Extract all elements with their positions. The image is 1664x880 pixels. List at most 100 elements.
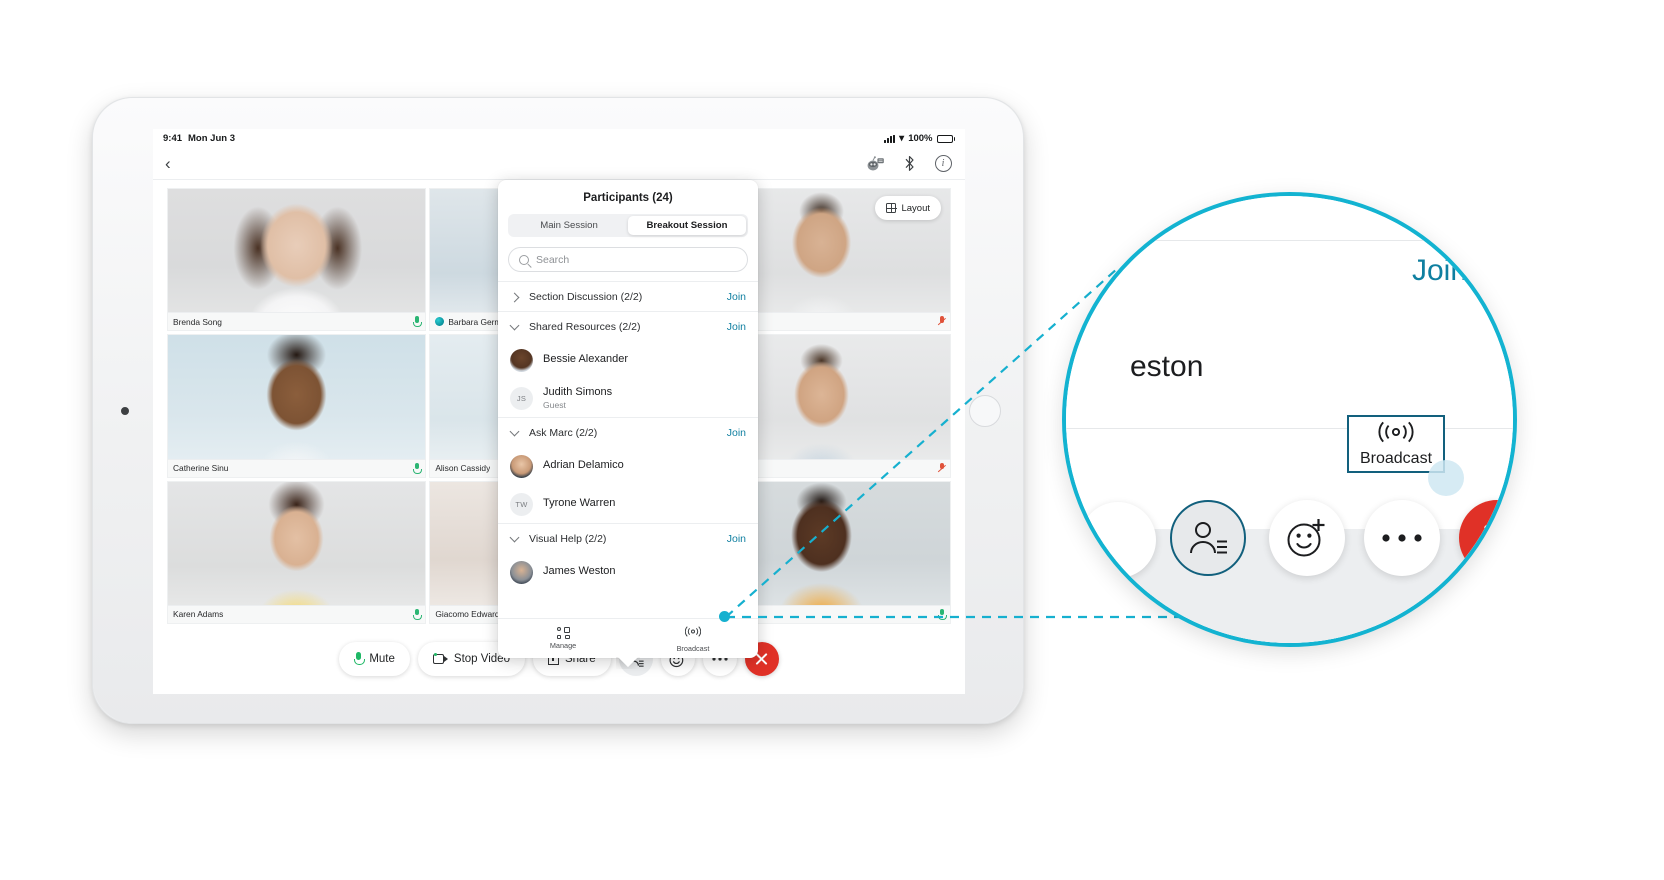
participant-video: [168, 189, 426, 331]
mic-on-icon: [413, 462, 423, 474]
wifi-icon: ▾: [899, 132, 905, 144]
status-date: Mon Jun 3: [188, 133, 235, 144]
mute-label: Mute: [369, 653, 395, 665]
join-link[interactable]: Join: [727, 321, 746, 333]
home-button[interactable]: [969, 394, 1001, 427]
broadcast-label: Broadcast: [676, 644, 710, 653]
magnified-broadcast-button[interactable]: Broadcast: [1347, 415, 1445, 473]
magnified-more-options-button[interactable]: [1364, 500, 1440, 576]
magnified-participants-button[interactable]: [1170, 500, 1246, 576]
join-link[interactable]: Join: [727, 427, 746, 439]
tile-name: Karen Adams: [173, 609, 224, 620]
participant-video: [168, 335, 426, 477]
participant-row[interactable]: James Weston: [498, 553, 758, 591]
battery-percent: 100%: [908, 133, 933, 144]
group-name: Shared Resources (2/2): [529, 320, 641, 333]
mic-on-icon: [413, 316, 423, 328]
tile-name-bar: Brenda Song: [168, 312, 426, 331]
broadcast-icon: [684, 624, 702, 642]
magnified-reactions-button[interactable]: [1269, 500, 1345, 576]
cellular-signal-icon: [884, 134, 896, 143]
magnified-share-button[interactable]: [1080, 502, 1156, 578]
tile-name-bar: Karen Adams: [168, 604, 426, 623]
participant-row[interactable]: JS Judith Simons Guest: [498, 379, 758, 417]
back-chevron-icon[interactable]: ‹: [165, 155, 171, 172]
video-grid-area: Layout Brenda Song Barbara Germ Catherin…: [153, 180, 965, 694]
session-tab-group: Main Session Breakout Session: [508, 214, 748, 237]
layout-grid-icon: [886, 202, 897, 214]
layout-button-label: Layout: [901, 202, 930, 214]
breakout-group-list: Section Discussion (2/2) Join Shared Res…: [498, 281, 758, 618]
reactions-smiley-icon: [1287, 519, 1325, 557]
breakout-group-header[interactable]: Visual Help (2/2) Join: [498, 523, 758, 553]
participant-name: Tyrone Warren: [543, 497, 616, 510]
tab-breakout-session[interactable]: Breakout Session: [628, 216, 746, 235]
microphone-icon: [354, 652, 366, 666]
video-tile[interactable]: Catherine Sinu: [167, 334, 427, 478]
breakout-group-header[interactable]: Shared Resources (2/2) Join: [498, 311, 758, 341]
magnifier-content: Join eston Broadcast: [1066, 196, 1513, 643]
participant-row[interactable]: Adrian Delamico: [498, 447, 758, 485]
mic-muted-icon: [938, 316, 945, 327]
ios-status-bar: 9:41 Mon Jun 3 ▾ 100%: [153, 129, 965, 148]
group-name: Section Discussion (2/2): [529, 290, 643, 303]
join-link[interactable]: Join: [727, 533, 746, 545]
avatar-initials: JS: [510, 386, 533, 410]
breakout-group-header[interactable]: Ask Marc (2/2) Join: [498, 417, 758, 447]
participants-icon: [1190, 522, 1227, 554]
tile-name: Brenda Song: [173, 316, 222, 327]
mic-on-icon: [413, 608, 423, 620]
mute-button[interactable]: Mute: [339, 642, 410, 676]
tile-name: Catherine Sinu: [173, 463, 229, 474]
participant-video: [168, 481, 426, 623]
magnified-join-link[interactable]: Join: [1412, 254, 1467, 288]
magnified-participant-name: eston: [1130, 350, 1204, 383]
panel-title: Participants (24): [583, 192, 673, 204]
broadcast-button[interactable]: Broadcast: [628, 624, 758, 653]
avatar: [510, 454, 533, 478]
group-name: Ask Marc (2/2): [529, 426, 598, 439]
tile-name-bar: Catherine Sinu: [168, 458, 426, 477]
group-name: Visual Help (2/2): [529, 532, 607, 545]
magnified-broadcast-label: Broadcast: [1359, 449, 1433, 467]
video-tile[interactable]: Brenda Song: [167, 188, 427, 332]
manage-button[interactable]: Manage: [498, 627, 628, 650]
avatar: [510, 348, 533, 372]
camera-icon: [432, 652, 448, 664]
video-tile[interactable]: Karen Adams: [167, 480, 427, 624]
front-camera: [121, 406, 129, 415]
info-icon[interactable]: i: [933, 154, 953, 174]
broadcast-icon: [1376, 421, 1416, 447]
tablet-device: 9:41 Mon Jun 3 ▾ 100% ‹ i Layout Brenda …: [92, 97, 1024, 724]
panel-footer: Manage Broadcast: [498, 618, 758, 658]
participant-row[interactable]: Bessie Alexander: [498, 341, 758, 379]
mic-on-icon: [938, 608, 947, 620]
participant-row[interactable]: TW Tyrone Warren: [498, 485, 758, 523]
magnified-callout: Join eston Broadcast: [1062, 192, 1517, 647]
search-input[interactable]: Search: [508, 247, 748, 272]
assistant-robot-icon[interactable]: [865, 154, 885, 174]
layout-button[interactable]: Layout: [875, 196, 941, 220]
tablet-screen: 9:41 Mon Jun 3 ▾ 100% ‹ i Layout Brenda …: [153, 129, 965, 694]
join-link[interactable]: Join: [727, 291, 746, 303]
touch-indicator: [1428, 460, 1464, 496]
tile-name: Alison Cassidy: [435, 463, 491, 474]
app-nav-bar: ‹ i: [153, 148, 965, 180]
bluetooth-icon[interactable]: [899, 154, 919, 174]
webex-badge-icon: [435, 317, 445, 327]
panel-pointer-tail: [616, 657, 640, 669]
tile-name: Barbara Germ: [448, 316, 502, 327]
breakout-group-header[interactable]: Section Discussion (2/2) Join: [498, 281, 758, 311]
avatar-initials: TW: [510, 492, 533, 516]
screenshot-root: 9:41 Mon Jun 3 ▾ 100% ‹ i Layout Brenda …: [0, 0, 1664, 880]
status-time: 9:41: [163, 133, 183, 144]
participant-name: James Weston: [543, 565, 616, 578]
manage-label: Manage: [549, 641, 577, 650]
participant-name: Judith Simons: [543, 385, 613, 398]
search-icon: [519, 254, 529, 265]
tab-main-session[interactable]: Main Session: [510, 216, 628, 235]
participant-role: Guest: [543, 400, 566, 411]
divider: [1066, 240, 1513, 241]
avatar: [510, 560, 533, 584]
more-options-icon: [1382, 534, 1422, 542]
